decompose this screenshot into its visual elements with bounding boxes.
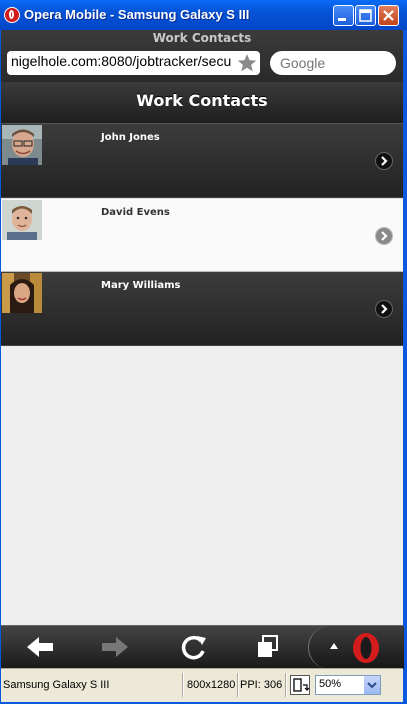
separator	[237, 673, 239, 697]
opera-logo-icon	[353, 633, 379, 663]
zoom-value: 50%	[319, 678, 342, 690]
maximize-icon	[359, 9, 372, 22]
reload-icon[interactable]	[177, 633, 211, 661]
opera-app-icon	[4, 7, 20, 23]
url-field[interactable]: nigelhole.com:8080/jobtracker/secu	[7, 51, 260, 75]
contact-name: Mary Williams	[101, 280, 181, 291]
chevron-right-icon[interactable]	[375, 227, 393, 245]
contact-row-david-evens[interactable]: David Evens	[1, 198, 403, 272]
window-titlebar: Opera Mobile - Samsung Galaxy S III	[0, 0, 407, 30]
window-title: Opera Mobile - Samsung Galaxy S III	[24, 7, 250, 22]
tabs-icon[interactable]	[251, 633, 285, 661]
contact-row-john-jones[interactable]: John Jones	[1, 124, 403, 198]
contact-row-mary-williams[interactable]: Mary Williams	[1, 272, 403, 346]
browser-address-bar: Work Contacts nigelhole.com:8080/jobtrac…	[1, 30, 403, 82]
maximize-button[interactable]	[355, 5, 376, 26]
back-arrow-icon[interactable]	[23, 633, 57, 661]
minimize-button[interactable]	[333, 5, 354, 26]
close-button[interactable]	[378, 5, 399, 26]
emulator-statusbar: Samsung Galaxy S III 800x1280 PPI: 306 5…	[1, 668, 403, 702]
rotate-icon	[293, 678, 310, 692]
url-text: nigelhole.com:8080/jobtracker/secu	[11, 53, 232, 69]
zoom-select[interactable]: 50%	[315, 675, 381, 695]
page-title: Work Contacts	[136, 91, 268, 110]
contact-name: David Evens	[101, 207, 170, 218]
chevron-down-icon	[367, 682, 377, 689]
opera-menu-button[interactable]	[308, 626, 404, 669]
chevron-up-icon	[330, 643, 338, 649]
contact-name: John Jones	[101, 132, 160, 143]
chevron-right-icon[interactable]	[375, 300, 393, 318]
minimize-icon	[338, 18, 346, 21]
avatar	[2, 125, 42, 165]
forward-arrow-icon[interactable]	[98, 633, 132, 661]
search-input[interactable]	[278, 54, 392, 72]
chevron-right-icon[interactable]	[375, 152, 393, 170]
zoom-dropdown-button[interactable]	[363, 676, 380, 694]
browser-page-title: Work Contacts	[152, 31, 252, 45]
separator	[285, 673, 287, 697]
avatar	[2, 200, 42, 240]
device-name: Samsung Galaxy S III	[3, 679, 110, 691]
avatar	[2, 273, 42, 313]
close-icon	[383, 10, 394, 21]
page-header: Work Contacts	[1, 82, 403, 124]
browser-toolbar	[1, 625, 404, 669]
search-field[interactable]	[270, 51, 396, 75]
resolution-label: 800x1280	[187, 679, 236, 691]
separator	[182, 673, 184, 697]
window-frame-right	[403, 30, 407, 704]
rotate-button[interactable]	[290, 675, 310, 695]
page-content: Work Contacts John Jones David Evens Mar…	[1, 82, 403, 625]
bookmark-star-icon[interactable]	[236, 52, 258, 74]
ppi-label: PPI: 306	[240, 679, 283, 691]
